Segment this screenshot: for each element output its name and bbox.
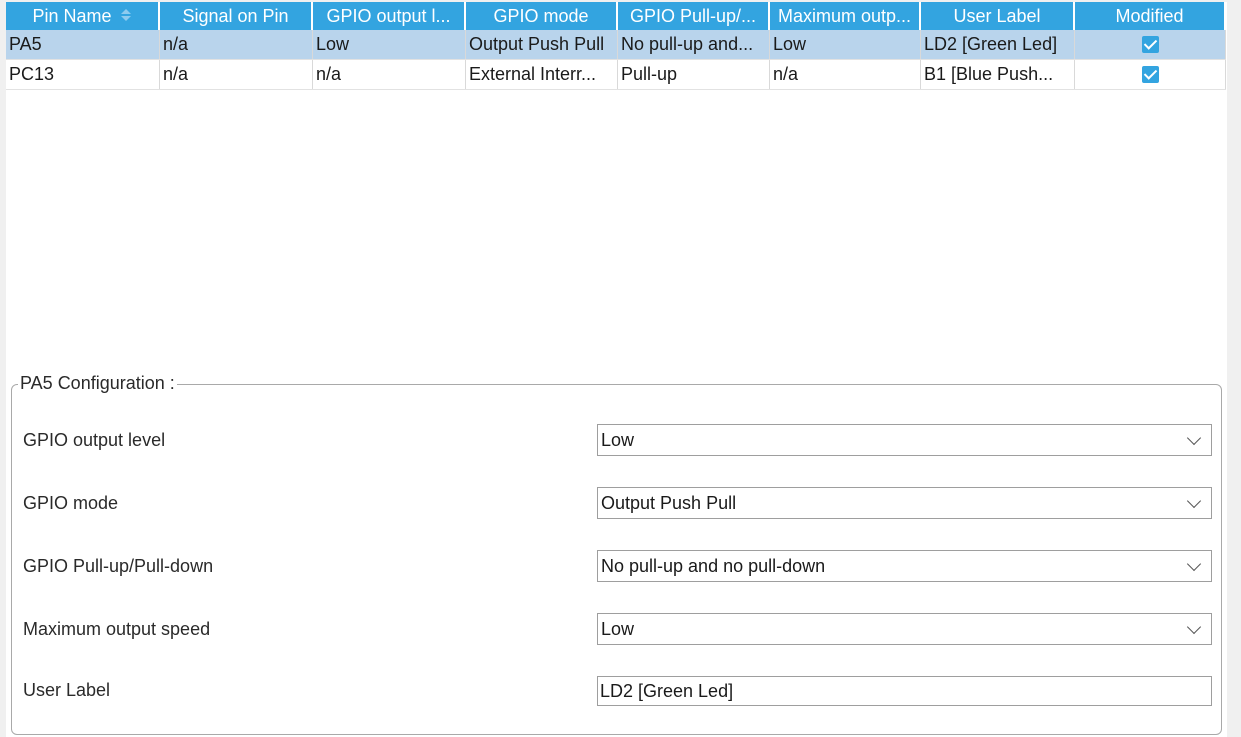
chevron-down-icon [1186,556,1202,572]
maximum-output-speed-value: Low [601,618,635,639]
gpio-pull-label: GPIO Pull-up/Pull-down [23,556,214,576]
user-label-label: User Label [23,680,111,700]
cell-user-label: B1 [Blue Push... [921,60,1075,89]
configuration-title: PA5 Configuration : [18,373,177,394]
cell-pin-name: PC13 [6,60,160,89]
gpio-output-level-value: Low [601,429,635,450]
pin-table: Pin Name Signal on Pin GPIO output l... … [6,2,1226,90]
cell-modified [1075,60,1226,89]
maximum-output-speed-select[interactable]: Low [597,613,1212,645]
cell-signal: n/a [160,30,313,59]
cell-signal: n/a [160,60,313,89]
column-header-gpio-mode[interactable]: GPIO mode [466,2,618,30]
cell-pin-name: PA5 [6,30,160,59]
chevron-down-icon [1186,619,1202,635]
column-header-gpio-pull[interactable]: GPIO Pull-up/... [618,2,770,30]
cell-gpio-mode: Output Push Pull [466,30,618,59]
column-header-gpio-output-level[interactable]: GPIO output l... [313,2,466,30]
table-row-pa5[interactable]: PA5 n/a Low Output Push Pull No pull-up … [6,30,1226,60]
column-header-maximum-output-speed[interactable]: Maximum outp... [770,2,921,30]
cell-pull: Pull-up [618,60,770,89]
cell-speed: n/a [770,60,921,89]
cell-gpio-mode: External Interr... [466,60,618,89]
gpio-pull-select[interactable]: No pull-up and no pull-down [597,550,1212,582]
column-header-modified[interactable]: Modified [1075,2,1226,30]
chevron-down-icon [1186,493,1202,509]
user-label-input[interactable] [597,676,1212,706]
gpio-pull-value: No pull-up and no pull-down [601,555,826,576]
table-row-pc13[interactable]: PC13 n/a n/a External Interr... Pull-up … [6,60,1226,90]
gpio-mode-select[interactable]: Output Push Pull [597,487,1212,519]
gpio-mode-label: GPIO mode [23,493,119,513]
table-header: Pin Name Signal on Pin GPIO output l... … [6,2,1226,30]
maximum-output-speed-label: Maximum output speed [23,619,211,639]
column-header-pin-name[interactable]: Pin Name [6,2,160,30]
gpio-mode-value: Output Push Pull [601,492,737,513]
column-header-signal-on-pin[interactable]: Signal on Pin [160,2,313,30]
cell-speed: Low [770,30,921,59]
gpio-configuration-panel: Pin Name Signal on Pin GPIO output l... … [6,2,1227,737]
gpio-output-level-label: GPIO output level [23,430,166,450]
chevron-down-icon [1186,430,1202,446]
cell-output-level: Low [313,30,466,59]
modified-checkbox[interactable] [1141,36,1159,53]
window-edge [1227,0,1241,737]
cell-user-label: LD2 [Green Led] [921,30,1075,59]
cell-output-level: n/a [313,60,466,89]
sort-updown-icon[interactable] [120,9,132,23]
column-header-user-label[interactable]: User Label [921,2,1075,30]
gpio-output-level-select[interactable]: Low [597,424,1212,456]
cell-pull: No pull-up and... [618,30,770,59]
cell-modified [1075,30,1226,59]
modified-checkbox[interactable] [1141,66,1159,83]
